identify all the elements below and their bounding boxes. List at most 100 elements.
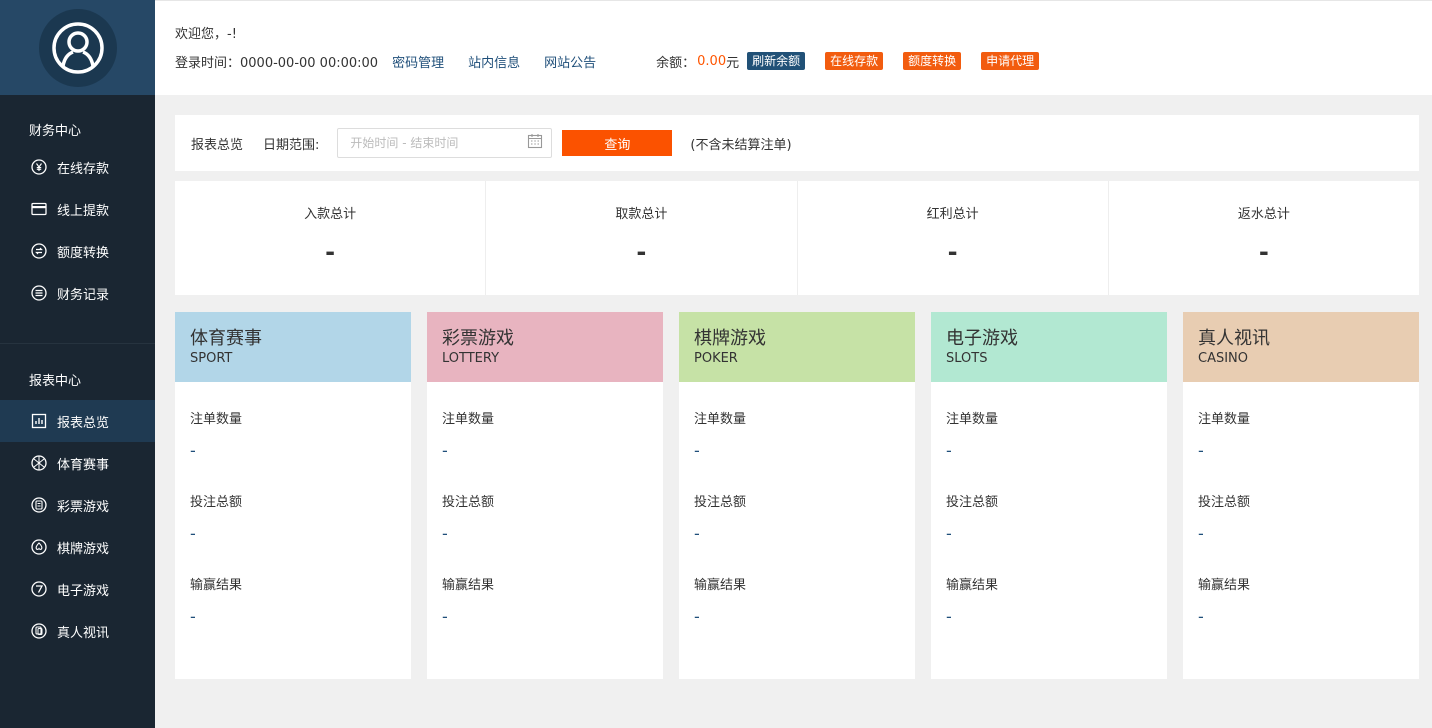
card-header: 真人视讯 CASINO [1183, 312, 1419, 382]
win-loss-value: - [946, 607, 952, 626]
sidebar-item-online-deposit[interactable]: 在线存款 [0, 146, 155, 188]
query-button[interactable]: 查询 [562, 130, 673, 156]
sidebar-item-finance-records[interactable]: 财务记录 [0, 272, 155, 314]
sidebar-item-label: 额度转换 [57, 245, 110, 261]
sidebar-item-label: 彩票游戏 [57, 499, 110, 515]
summary-value: - [1258, 238, 1269, 266]
card-body: 注单数量 - 投注总额 - 输赢结果 - [175, 408, 411, 631]
sidebar-item-label: 体育赛事 [57, 457, 110, 473]
balance-amount: 0.00 [697, 53, 727, 69]
sidebar: 财务中心 在线存款 线上提款 额度转换 财务记录 报表中心 报表总览 体育赛事 … [0, 0, 155, 728]
card-body: 注单数量 - 投注总额 - 输赢结果 - [931, 408, 1167, 631]
win-loss-label: 输赢结果 [442, 578, 495, 593]
bet-total-value: - [946, 524, 952, 543]
win-loss-label: 输赢结果 [694, 578, 747, 593]
bet-total-label: 投注总额 [946, 495, 999, 510]
bet-total-value: - [1198, 524, 1204, 543]
sidebar-item-online-withdraw[interactable]: 线上提款 [0, 188, 155, 230]
card-casino: 真人视讯 CASINO 注单数量 - 投注总额 - 输赢结果 - [1183, 312, 1419, 679]
summary-deposit-total: 入款总计 - [175, 181, 487, 295]
summary-withdraw-total: 取款总计 - [486, 181, 798, 295]
bet-count-label: 注单数量 [190, 412, 243, 427]
bet-total-label: 投注总额 [1198, 495, 1251, 510]
sidebar-item-sports[interactable]: 体育赛事 [0, 442, 155, 484]
game-category-cards: 体育赛事 SPORT 注单数量 - 投注总额 - 输赢结果 - 彩票游戏 LOT… [175, 312, 1419, 679]
card-subtitle: POKER [694, 351, 738, 366]
card-body: 注单数量 - 投注总额 - 输赢结果 - [1183, 408, 1419, 631]
calendar-icon[interactable] [527, 133, 543, 153]
chart-icon [30, 413, 47, 430]
sidebar-item-transfer[interactable]: 额度转换 [0, 230, 155, 272]
yen-circle-icon [30, 159, 47, 176]
credit-transfer-button[interactable]: 额度转换 [903, 52, 962, 70]
bet-total-label: 投注总额 [442, 495, 495, 510]
bet-count-value: - [1198, 441, 1204, 460]
bet-count-label: 注单数量 [442, 412, 495, 427]
sidebar-item-lottery[interactable]: 彩票游戏 [0, 484, 155, 526]
card-icon [30, 201, 47, 218]
sidebar-item-label: 报表总览 [57, 415, 110, 431]
bet-total-value: - [442, 524, 448, 543]
bet-total-value: - [190, 524, 196, 543]
report-overview-title: 报表总览 [191, 137, 244, 153]
summary-label: 入款总计 [304, 207, 357, 222]
card-sport: 体育赛事 SPORT 注单数量 - 投注总额 - 输赢结果 - [175, 312, 411, 679]
card-body: 注单数量 - 投注总额 - 输赢结果 - [427, 408, 663, 631]
card-title: 电子游戏 [946, 328, 1018, 349]
bet-count-label: 注单数量 [694, 412, 747, 427]
refresh-balance-button[interactable]: 刷新余额 [747, 52, 806, 70]
balance-unit: 元 [726, 55, 740, 71]
welcome-text: 欢迎您，-! [175, 27, 237, 42]
transfer-icon [30, 243, 47, 260]
bet-total-value: - [694, 524, 700, 543]
card-title: 棋牌游戏 [694, 328, 766, 349]
win-loss-value: - [442, 607, 448, 626]
card-header: 棋牌游戏 POKER [679, 312, 915, 382]
casino-icon [30, 623, 47, 640]
card-subtitle: LOTTERY [442, 351, 500, 366]
login-time: 登录时间：0000-00-00 00:00:00 [175, 55, 379, 71]
finance-center-title: 财务中心 [29, 124, 82, 139]
summary-bonus-total: 红利总计 - [798, 181, 1109, 295]
bet-total-label: 投注总额 [190, 495, 243, 510]
card-header: 体育赛事 SPORT [175, 312, 411, 382]
balance-label: 余额： [656, 55, 696, 71]
win-loss-value: - [190, 607, 196, 626]
date-range-field[interactable] [337, 128, 553, 158]
summary-rebate-total: 返水总计 - [1109, 181, 1419, 295]
sidebar-item-poker[interactable]: 棋牌游戏 [0, 526, 155, 568]
win-loss-value: - [694, 607, 700, 626]
unsettled-note: (不含未结算注单) [690, 137, 792, 153]
summary-value: - [636, 238, 647, 266]
sidebar-item-label: 棋牌游戏 [57, 541, 110, 557]
header-info-row: 登录时间：0000-00-00 00:00:00 密码管理 站内信息 网站公告 … [175, 51, 1040, 71]
card-title: 真人视讯 [1198, 328, 1270, 349]
card-subtitle: SPORT [190, 351, 233, 366]
avatar[interactable] [38, 8, 117, 87]
bet-count-label: 注单数量 [946, 412, 999, 427]
sidebar-item-live-casino[interactable]: 真人视讯 [0, 610, 155, 652]
card-header: 彩票游戏 LOTTERY [427, 312, 663, 382]
sidebar-item-label: 电子游戏 [57, 583, 110, 599]
site-messages-link[interactable]: 站内信息 [468, 52, 520, 71]
bet-total-label: 投注总额 [694, 495, 747, 510]
win-loss-label: 输赢结果 [946, 578, 999, 593]
date-range-input[interactable] [350, 136, 521, 150]
site-announcement-link[interactable]: 网站公告 [544, 52, 596, 71]
bet-count-value: - [190, 441, 196, 460]
slot-icon [30, 581, 47, 598]
online-deposit-button[interactable]: 在线存款 [825, 52, 884, 70]
password-manage-link[interactable]: 密码管理 [392, 52, 444, 71]
sidebar-item-report-overview[interactable]: 报表总览 [0, 400, 155, 442]
list-circle-icon [30, 285, 47, 302]
summary-label: 取款总计 [615, 207, 668, 222]
bet-count-value: - [946, 441, 952, 460]
top-header: 欢迎您，-! 登录时间：0000-00-00 00:00:00 密码管理 站内信… [155, 0, 1432, 95]
summary-value: - [325, 238, 336, 266]
report-filter-bar: 报表总览 日期范围: 查询 (不含未结算注单) [175, 115, 1419, 171]
apply-agent-button[interactable]: 申请代理 [981, 52, 1040, 70]
avatar-area [0, 0, 155, 95]
sidebar-item-label: 线上提款 [57, 203, 110, 219]
sidebar-item-slots[interactable]: 电子游戏 [0, 568, 155, 610]
card-lottery: 彩票游戏 LOTTERY 注单数量 - 投注总额 - 输赢结果 - [427, 312, 663, 679]
